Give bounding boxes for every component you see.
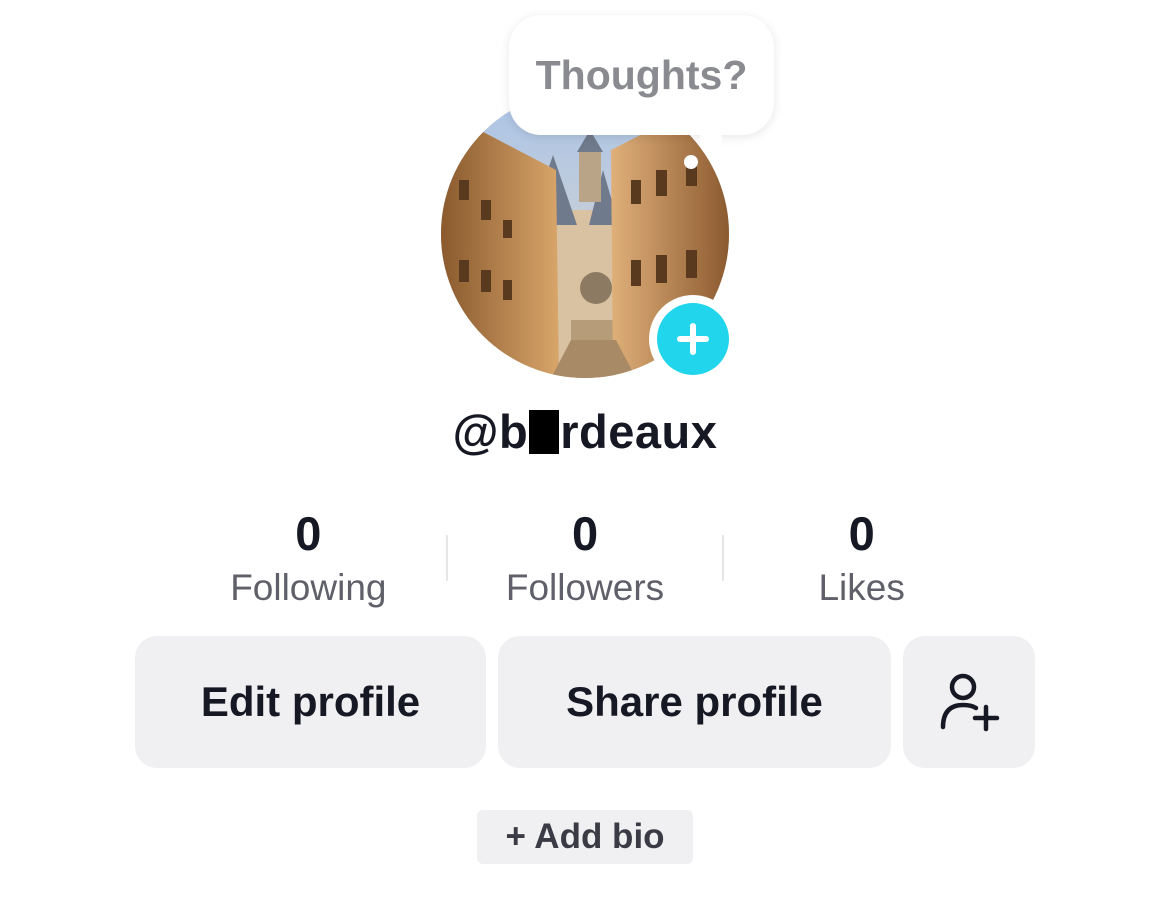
stat-following-count: 0	[295, 507, 322, 560]
stat-followers[interactable]: 0 Followers	[447, 505, 724, 615]
add-friend-button[interactable]	[903, 636, 1035, 768]
add-bio-button[interactable]: + Add bio	[477, 810, 693, 864]
redaction-block	[529, 410, 560, 454]
stats-divider	[722, 535, 724, 581]
stat-likes-count: 0	[848, 507, 875, 560]
thoughts-bubble[interactable]: Thoughts?	[509, 15, 774, 135]
bubble-tail-dot	[684, 155, 698, 169]
share-profile-button[interactable]: Share profile	[498, 636, 891, 768]
stat-following-label: Following	[230, 567, 387, 608]
plus-icon	[657, 303, 729, 375]
add-friend-icon	[940, 673, 1000, 732]
stat-likes-label: Likes	[818, 567, 905, 608]
username: @b rdeaux	[0, 404, 1170, 459]
add-story-button[interactable]	[649, 295, 737, 383]
stats-divider	[446, 535, 448, 581]
stat-likes[interactable]: 0 Likes	[723, 505, 1000, 615]
edit-profile-button[interactable]: Edit profile	[135, 636, 486, 768]
stat-followers-label: Followers	[505, 567, 665, 608]
username-suffix: rdeaux	[560, 405, 718, 458]
thoughts-bubble-text: Thoughts?	[535, 51, 748, 98]
username-prefix: @b	[452, 405, 529, 458]
bubble-tail	[700, 128, 722, 150]
stat-followers-count: 0	[571, 507, 599, 560]
profile-stats: 0 Following 0 Followers 0 Likes	[170, 505, 1000, 615]
stat-following[interactable]: 0 Following	[170, 505, 447, 615]
